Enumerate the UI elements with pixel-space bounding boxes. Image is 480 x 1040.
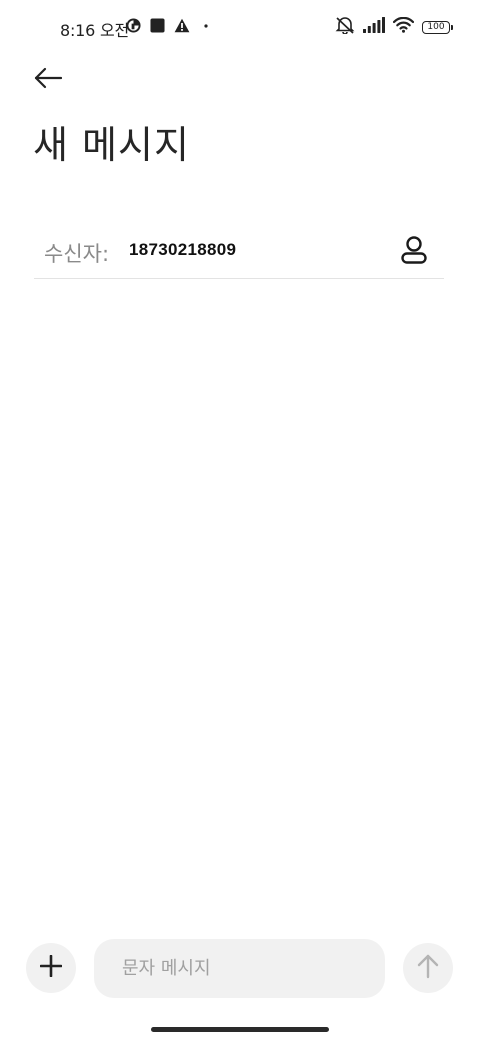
back-button[interactable]: [26, 58, 70, 102]
home-indicator[interactable]: [151, 1027, 329, 1032]
contact-person-icon: [400, 235, 428, 269]
send-button[interactable]: [403, 943, 453, 993]
status-time: 8:16 오전: [60, 21, 130, 40]
warning-icon: [174, 18, 190, 37]
status-right-icons: 100: [335, 16, 453, 38]
back-arrow-icon: [34, 67, 63, 93]
status-bar: 8:16 오전 100: [0, 0, 480, 56]
wifi-icon: [392, 16, 415, 37]
plus-icon: [39, 954, 63, 981]
status-left-icons: [126, 17, 213, 37]
recipient-input[interactable]: 18730218809: [129, 240, 236, 260]
square-notification-icon: [150, 17, 165, 37]
recipient-row[interactable]: 수신자: 18730218809: [34, 226, 444, 279]
add-attachment-button[interactable]: [26, 943, 76, 993]
recipient-label: 수신자:: [44, 242, 110, 266]
contact-picker-button[interactable]: [394, 232, 434, 272]
signal-icon: [363, 17, 385, 37]
data-saver-icon: [126, 17, 141, 37]
page-title: 새 메시지: [33, 123, 190, 167]
message-input[interactable]: [94, 939, 385, 998]
mute-vibrate-icon: [335, 16, 355, 38]
dot-icon: [199, 18, 213, 37]
battery-icon: 100: [422, 20, 453, 34]
send-arrow-up-icon: [416, 953, 440, 983]
